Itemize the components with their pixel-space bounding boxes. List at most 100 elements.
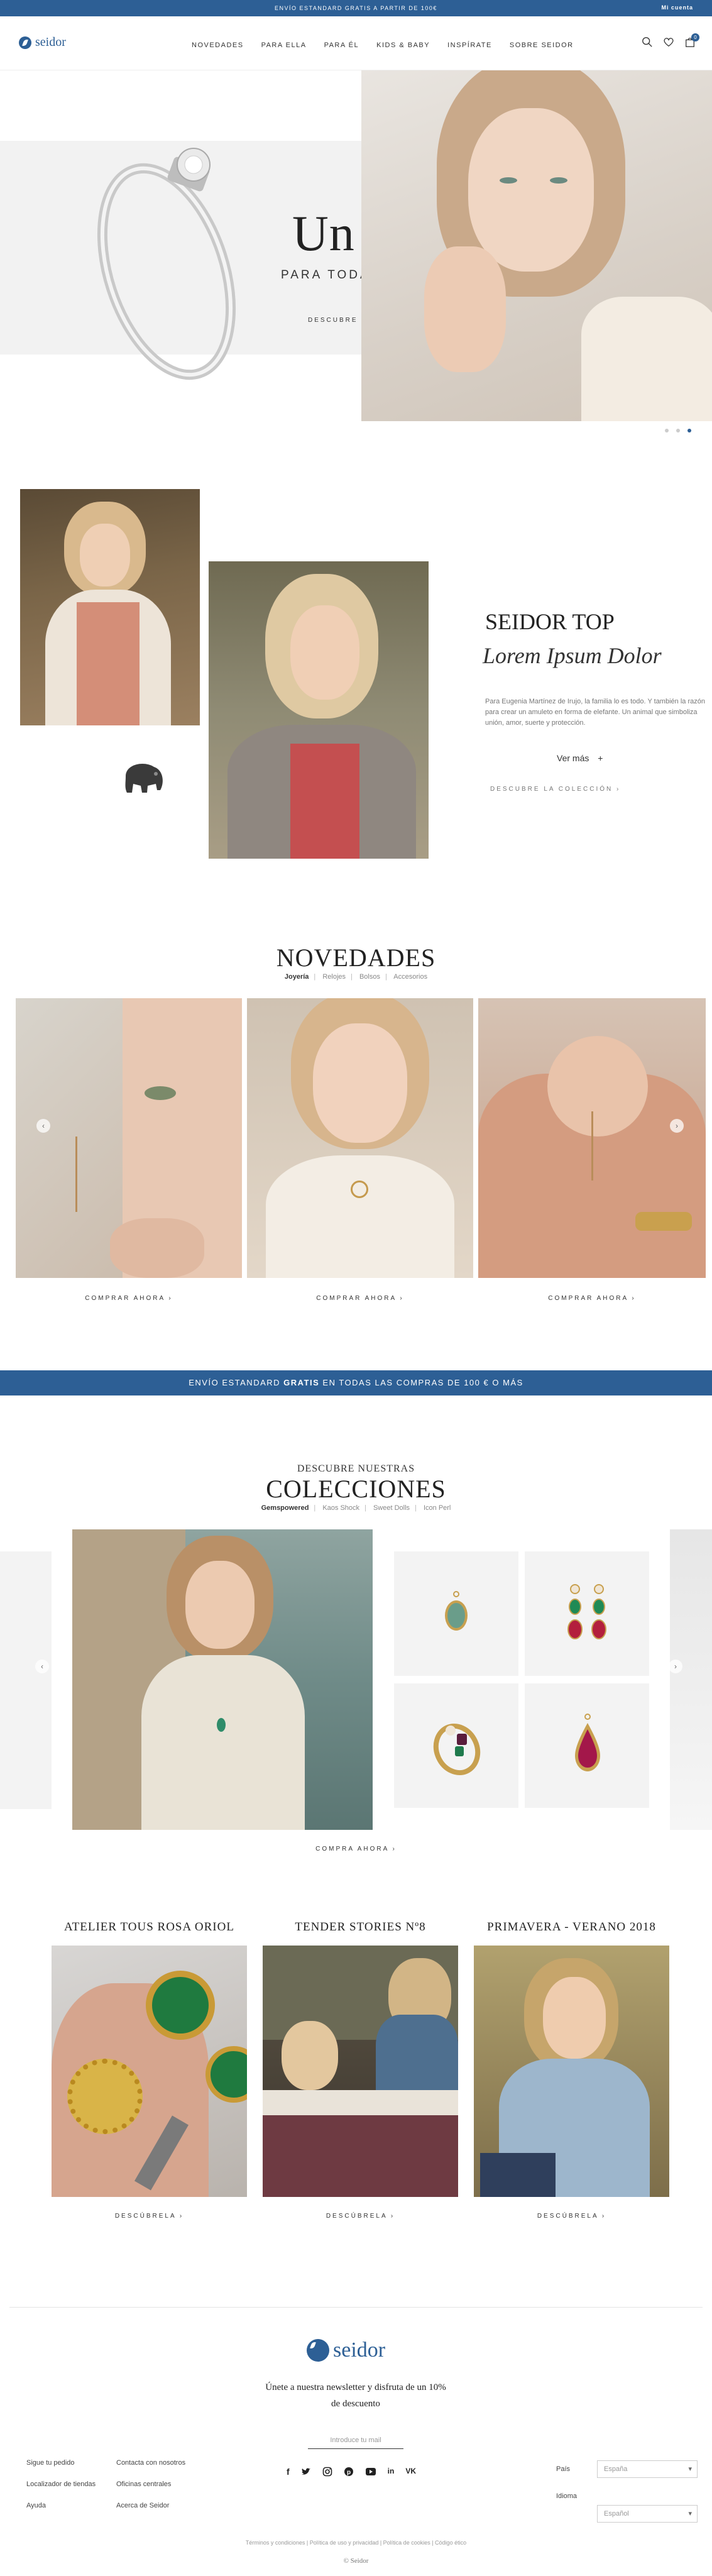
newsletter-email-input[interactable]: Introduce tu mail <box>308 2431 403 2449</box>
collections-next-arrow[interactable]: › <box>669 1660 682 1673</box>
search-icon[interactable] <box>642 36 653 48</box>
model-face-shape <box>468 108 594 272</box>
tab-relojes[interactable]: Relojes <box>322 973 346 981</box>
photo-gold-jewel-shape <box>67 2059 143 2134</box>
story-photo-tender-stories[interactable] <box>263 1946 458 2197</box>
footer-links-col-1: Sigue tu pedido Localizador de tiendas A… <box>26 2459 96 2509</box>
photo-eye-shape <box>145 1086 176 1100</box>
country-label: País <box>556 2465 571 2473</box>
footer-link-store-locator[interactable]: Localizador de tiendas <box>26 2480 96 2488</box>
facebook-icon[interactable]: f <box>287 2467 290 2477</box>
photo-top-shape <box>290 744 359 859</box>
ring-gems-image <box>433 1724 481 1775</box>
instagram-icon[interactable] <box>322 2467 332 2477</box>
tab-icon-perl[interactable]: Icon Perl <box>424 1504 451 1512</box>
photo-pendant-shape <box>217 1718 226 1732</box>
my-account-link[interactable]: Mi cuenta <box>661 4 693 11</box>
novedades-buy-button-1[interactable]: COMPRAR AHORA › <box>16 1295 242 1302</box>
footer-brand-logo[interactable]: seidor <box>307 2338 385 2362</box>
story-title-2: TENDER STORIES Nº8 <box>295 1920 426 1934</box>
top-cta-label: DESCUBRE LA COLECCIÓN <box>490 786 613 793</box>
carousel-dot[interactable] <box>676 429 680 432</box>
collections-prev-arrow[interactable]: ‹ <box>35 1660 49 1673</box>
carousel-dot-active[interactable] <box>687 429 691 432</box>
tab-joyeria[interactable]: Joyería <box>285 973 309 981</box>
nav-item-sobre-seidor[interactable]: SOBRE SEIDOR <box>510 41 574 49</box>
novedades-buy-button-2[interactable]: COMPRAR AHORA › <box>247 1295 473 1302</box>
brand-logo[interactable]: seidor <box>19 35 66 50</box>
collection-slide-prev-peek <box>0 1551 52 1809</box>
novedades-product-photo-2[interactable] <box>247 998 473 1278</box>
footer-link-headquarters[interactable]: Oficinas centrales <box>116 2480 185 2488</box>
footer-link-contact[interactable]: Contacta con nosotros <box>116 2459 185 2467</box>
tab-bolsos[interactable]: Bolsos <box>359 973 380 981</box>
brand-mark-icon <box>307 2339 329 2362</box>
photo-neck-shape <box>547 1036 648 1137</box>
collection-product-tile-2[interactable] <box>525 1551 649 1676</box>
novedades-product-photo-3[interactable] <box>478 998 706 1278</box>
legal-links[interactable]: Términos y condiciones | Política de uso… <box>0 2540 712 2546</box>
collections-buy-button[interactable]: COMPRA AHORA › <box>0 1846 712 1852</box>
tab-sweet-dolls[interactable]: Sweet Dolls <box>373 1504 410 1512</box>
top-collection-link[interactable]: DESCUBRE LA COLECCIÓN › <box>490 786 620 793</box>
newsletter-text: Únete a nuestra newsletter y disfruta de… <box>265 2382 446 2409</box>
nav-item-para-ella[interactable]: PARA ELLA <box>261 41 307 49</box>
top-see-more-link[interactable]: Ver más + <box>557 753 603 763</box>
collection-product-tile-4[interactable] <box>525 1683 649 1808</box>
collection-main-photo[interactable] <box>72 1529 373 1830</box>
language-select[interactable]: Español <box>597 2505 698 2523</box>
collections-tabs: Gemspowered | Kaos Shock | Sweet Dolls | Ic… <box>261 1504 451 1512</box>
carousel-dot[interactable] <box>665 429 669 432</box>
novedades-next-arrow[interactable]: › <box>670 1119 684 1133</box>
collection-product-tile-1[interactable] <box>394 1551 518 1676</box>
story-link-2[interactable]: DESCÚBRELA › <box>263 2213 458 2220</box>
photo-sweater-shape <box>266 1155 454 1278</box>
collection-product-tile-3[interactable] <box>394 1683 518 1808</box>
story-link-3[interactable]: DESCÚBRELA › <box>474 2213 669 2220</box>
collections-title: COLECCIONES <box>266 1475 446 1503</box>
tab-kaos-shock[interactable]: Kaos Shock <box>322 1504 359 1512</box>
model-hand-shape <box>424 246 506 372</box>
story-photo-primavera[interactable] <box>474 1946 669 2197</box>
heart-icon[interactable] <box>663 36 674 48</box>
youtube-icon[interactable] <box>365 2467 376 2477</box>
chevron-right-icon: › <box>168 1295 173 1302</box>
chevron-right-icon: › <box>601 2213 606 2220</box>
collection-slide-next-peek <box>670 1529 712 1830</box>
novedades-buy-button-3[interactable]: COMPRAR AHORA › <box>478 1295 706 1302</box>
nav-item-para-el[interactable]: PARA ÉL <box>324 41 359 49</box>
footer-link-about[interactable]: Acerca de Seidor <box>116 2502 185 2509</box>
buy-label: COMPRA AHORA <box>315 1846 389 1852</box>
story-photo-atelier[interactable] <box>52 1946 247 2197</box>
story-title-1: ATELIER TOUS ROSA ORIOL <box>64 1920 234 1934</box>
model-top-shape <box>581 297 712 421</box>
top-announcement-bar: ENVÍO ESTANDARD GRATIS A PARTIR DE 100€ … <box>0 0 712 16</box>
free-shipping-banner: ENVÍO ESTANDARD GRATIS EN TODAS LAS COMP… <box>0 1370 712 1395</box>
nav-item-inspirate[interactable]: INSPÍRATE <box>447 41 492 49</box>
photo-face-shape <box>185 1561 255 1649</box>
tab-gemspowered[interactable]: Gemspowered <box>261 1504 309 1512</box>
pinterest-icon[interactable]: p <box>344 2467 354 2477</box>
twitter-icon[interactable] <box>301 2467 311 2477</box>
hero-carousel-dots <box>665 429 691 432</box>
country-select[interactable]: España <box>597 2460 698 2478</box>
linkedin-icon[interactable]: in <box>388 2467 395 2477</box>
chevron-right-icon: › <box>616 786 621 793</box>
photo-green-jewel-shape <box>146 1971 215 2040</box>
story-title-3: PRIMAVERA - VERANO 2018 <box>487 1920 656 1934</box>
top-description: Para Eugenia Martínez de Irujo, la famil… <box>485 698 705 727</box>
footer-brand-name: seidor <box>333 2338 386 2362</box>
footer-link-track-order[interactable]: Sigue tu pedido <box>26 2459 96 2467</box>
tab-accesorios[interactable]: Accesorios <box>393 973 427 981</box>
brand-mark-icon <box>19 36 31 49</box>
photo-face-shape <box>543 1977 606 2059</box>
vk-icon[interactable]: VK <box>405 2467 416 2477</box>
footer-link-help[interactable]: Ayuda <box>26 2502 96 2509</box>
banner-text-bold: GRATIS <box>283 1378 320 1387</box>
nav-item-novedades[interactable]: NOVEDADES <box>192 41 244 49</box>
nav-item-kids-baby[interactable]: KIDS & BABY <box>376 41 430 49</box>
story-link-1[interactable]: DESCÚBRELA › <box>52 2213 247 2220</box>
novedades-product-photo-1[interactable] <box>16 998 242 1278</box>
hero-banner: Un día PARA TODA LA VIDA DESCUBRE LA CAM… <box>0 70 712 432</box>
novedades-prev-arrow[interactable]: ‹ <box>36 1119 50 1133</box>
